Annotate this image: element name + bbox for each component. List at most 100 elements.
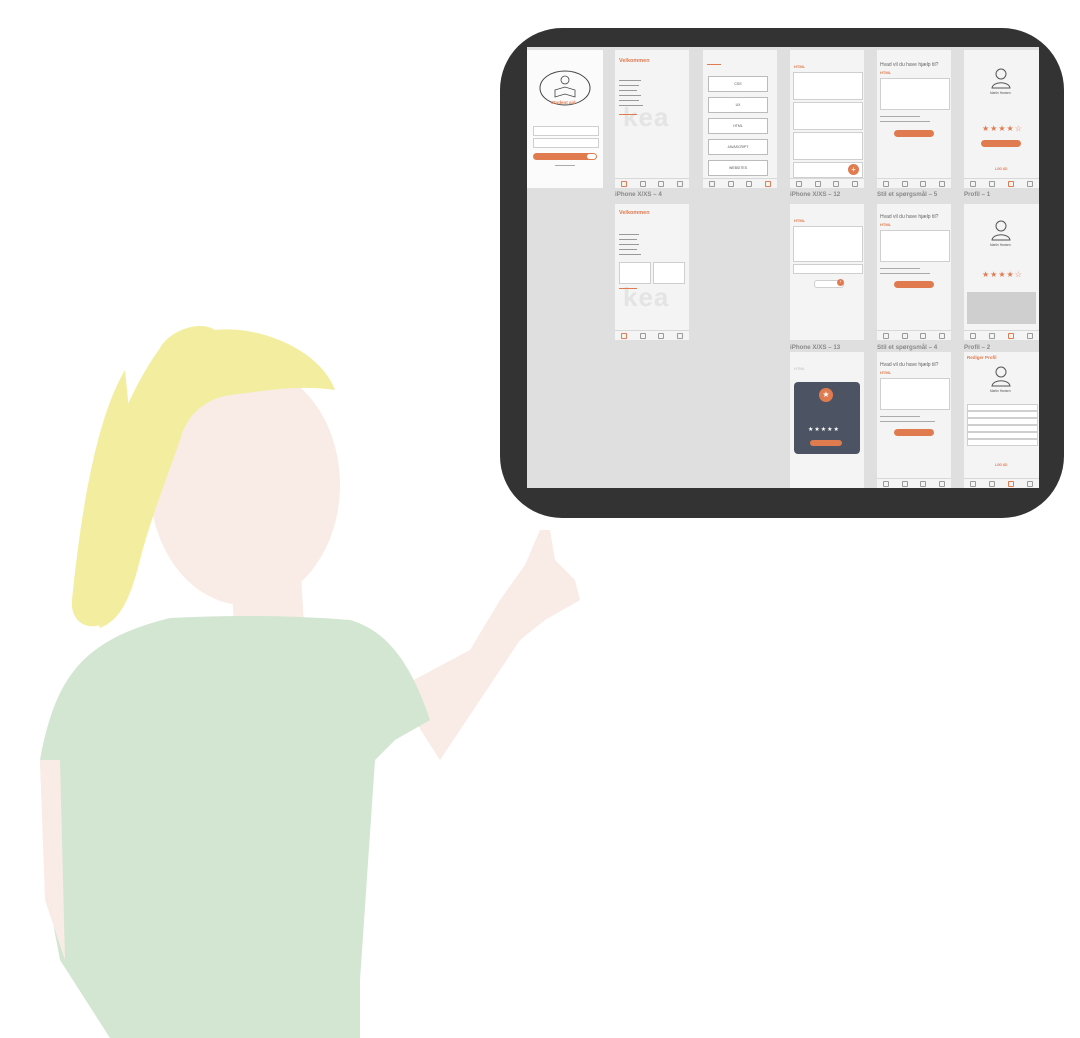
checkbox-row[interactable] — [880, 421, 935, 422]
category-css[interactable]: CSS — [708, 76, 768, 92]
edit-field[interactable] — [967, 411, 1038, 418]
tab-icon[interactable] — [1007, 332, 1014, 339]
edit-profile-title: Rediger Profil — [967, 355, 997, 360]
add-question-button[interactable]: + — [848, 164, 859, 175]
tab-icon[interactable] — [833, 180, 840, 187]
tab-icon[interactable] — [920, 180, 927, 187]
question-card[interactable] — [793, 226, 863, 262]
tab-icon[interactable] — [920, 332, 927, 339]
email-field[interactable] — [533, 126, 599, 136]
tab-icon[interactable] — [989, 332, 996, 339]
tab-icon[interactable] — [709, 180, 716, 187]
tab-icon[interactable] — [1026, 480, 1033, 487]
rating-stars[interactable]: ★★★★★ — [808, 426, 840, 433]
logout-link[interactable]: LOG UD — [995, 167, 1007, 172]
login-screen[interactable]: Student aid — [527, 50, 603, 188]
logout-link[interactable]: LOG UD — [995, 463, 1007, 468]
edit-field[interactable] — [967, 425, 1038, 432]
tab-icon[interactable] — [676, 332, 683, 339]
profile-screen-2[interactable]: Martin Hansen ★★★★☆ — [964, 204, 1039, 340]
tab-bar — [877, 178, 951, 188]
design-canvas: Student aid Velkommen kea iPhone X/XS – … — [527, 47, 1039, 488]
tab-icon[interactable] — [938, 480, 945, 487]
checkbox-row[interactable] — [880, 273, 930, 274]
question-card[interactable] — [793, 102, 863, 130]
tab-icon[interactable] — [938, 180, 945, 187]
edit-field[interactable] — [967, 404, 1038, 411]
edit-field[interactable] — [967, 418, 1038, 425]
send-question-button[interactable] — [894, 130, 934, 137]
send-button[interactable]: › — [837, 279, 844, 286]
tab-icon[interactable] — [1026, 332, 1033, 339]
welcome-screen-1[interactable]: Velkommen kea — [615, 50, 689, 188]
tab-icon[interactable] — [901, 332, 908, 339]
profile-screen-1[interactable]: Martin Hansen ★★★★☆ LOG UD — [964, 50, 1039, 188]
categories-screen[interactable]: CSS UX HTML JAVASCRIPT WEBSITES — [703, 50, 777, 188]
tab-icon[interactable] — [639, 332, 646, 339]
tab-icon[interactable] — [989, 480, 996, 487]
tab-icon[interactable] — [883, 180, 890, 187]
tab-icon[interactable] — [621, 332, 628, 339]
tab-icon[interactable] — [814, 180, 821, 187]
category-html[interactable]: HTML — [708, 118, 768, 134]
submit-rating-button[interactable] — [810, 440, 842, 446]
info-card — [619, 262, 651, 284]
tab-icon[interactable] — [1026, 180, 1033, 187]
send-question-button[interactable] — [894, 429, 934, 436]
questions-screen-13[interactable]: HTML › — [790, 204, 864, 340]
checkbox-row[interactable] — [880, 416, 920, 417]
tab-icon[interactable] — [883, 332, 890, 339]
tab-icon[interactable] — [746, 180, 753, 187]
signup-link[interactable] — [555, 165, 575, 166]
category-websites[interactable]: WEBSITES — [708, 160, 768, 176]
checkbox-row[interactable] — [880, 116, 920, 117]
tab-icon[interactable] — [901, 180, 908, 187]
profile-action-button[interactable] — [981, 140, 1021, 147]
question-textarea[interactable] — [880, 378, 950, 410]
tab-icon[interactable] — [639, 180, 646, 187]
tab-icon[interactable] — [764, 180, 771, 187]
tab-icon[interactable] — [920, 480, 927, 487]
tab-icon[interactable] — [901, 480, 908, 487]
tab-icon[interactable] — [989, 180, 996, 187]
category-ux[interactable]: UX — [708, 97, 768, 113]
tab-icon[interactable] — [1007, 480, 1014, 487]
category-javascript[interactable]: JAVASCRIPT — [708, 139, 768, 155]
kea-watermark: kea — [623, 102, 670, 132]
tab-icon[interactable] — [658, 332, 665, 339]
question-card[interactable] — [793, 264, 863, 274]
tab-icon[interactable] — [621, 180, 628, 187]
tab-icon[interactable] — [851, 180, 858, 187]
questions-screen-12[interactable]: HTML + — [790, 50, 864, 188]
edit-profile-screen[interactable]: Rediger Profil Martin Hansen LOG UD — [964, 352, 1039, 488]
tab-icon[interactable] — [970, 180, 977, 187]
send-question-button[interactable] — [894, 281, 934, 288]
edit-field[interactable] — [967, 439, 1038, 446]
tab-icon[interactable] — [796, 180, 803, 187]
ask-question-screen-alt[interactable]: Hvad vil du have hjælp til? HTML — [877, 204, 951, 340]
question-textarea[interactable] — [880, 78, 950, 110]
list-line — [619, 105, 643, 106]
tab-icon[interactable] — [1007, 180, 1014, 187]
tab-icon[interactable] — [676, 180, 683, 187]
checkbox-row[interactable] — [880, 268, 920, 269]
tab-icon[interactable] — [970, 480, 977, 487]
checkbox-row[interactable] — [880, 121, 930, 122]
rating-screen[interactable]: HTML ★ ★★★★★ — [790, 352, 864, 488]
tab-icon[interactable] — [658, 180, 665, 187]
ask-question-screen-5[interactable]: Hvad vil du have hjælp til? HTML — [877, 50, 951, 188]
tab-icon[interactable] — [883, 480, 890, 487]
question-textarea[interactable] — [880, 230, 950, 262]
tab-icon[interactable] — [727, 180, 734, 187]
tab-icon[interactable] — [938, 332, 945, 339]
welcome-title: Velkommen — [619, 210, 650, 216]
tab-icon[interactable] — [970, 332, 977, 339]
welcome-screen-2[interactable]: Velkommen kea — [615, 204, 689, 340]
remember-toggle[interactable] — [587, 154, 596, 159]
question-card[interactable] — [793, 72, 863, 100]
rating-popup[interactable]: ★ ★★★★★ — [794, 382, 860, 454]
question-card[interactable] — [793, 132, 863, 160]
edit-field[interactable] — [967, 432, 1038, 439]
ask-question-screen-4[interactable]: Hvad vil du have hjælp til? HTML — [877, 352, 951, 488]
password-field[interactable] — [533, 138, 599, 148]
